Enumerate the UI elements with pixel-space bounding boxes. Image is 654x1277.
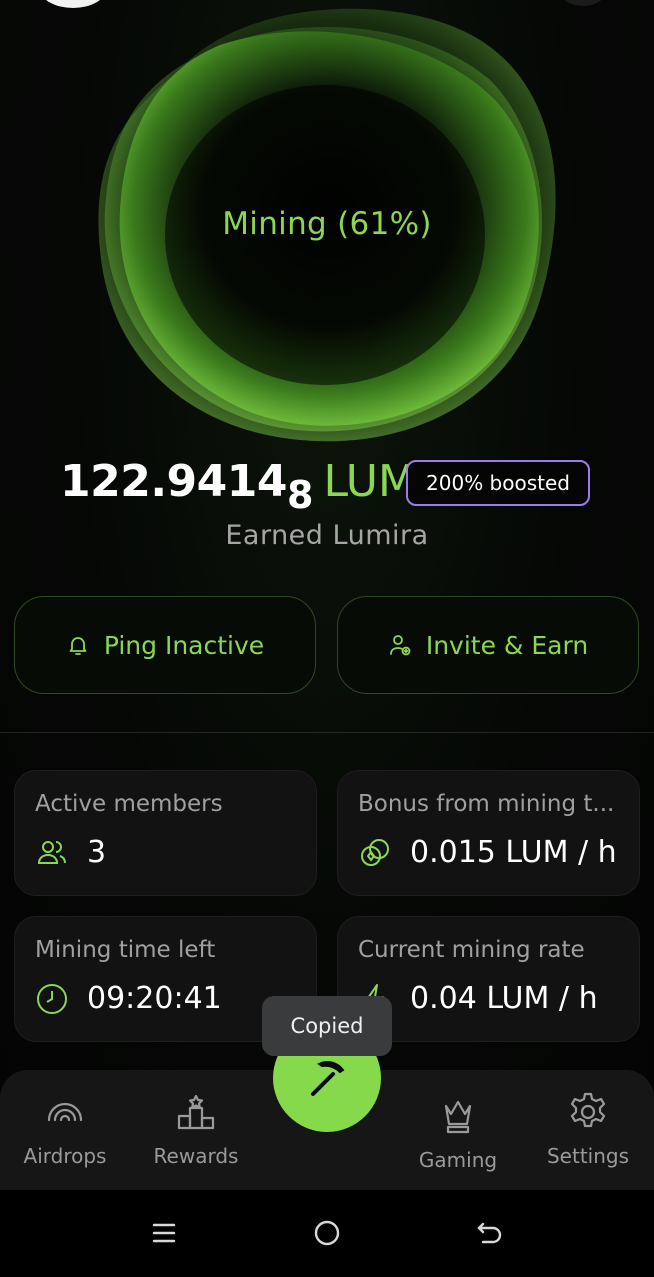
recent-apps-icon[interactable] [141, 1210, 187, 1256]
nav-rewards[interactable]: Rewards [131, 1088, 261, 1178]
invite-earn-button[interactable]: Invite & Earn [337, 596, 639, 694]
section-divider [0, 732, 654, 733]
stat-label: Active members [35, 791, 223, 817]
stat-label: Current mining rate [358, 937, 585, 963]
nav-label: Settings [546, 1144, 630, 1168]
clock-icon [35, 982, 69, 1016]
home-icon[interactable] [304, 1210, 350, 1256]
boost-badge: 200% boosted [406, 460, 590, 506]
pickaxe-icon [303, 1054, 351, 1102]
nav-label: Airdrops [23, 1144, 107, 1168]
stat-label: Bonus from mining t... [358, 791, 615, 817]
podium-icon [172, 1088, 220, 1136]
ping-inactive-button[interactable]: Ping Inactive [14, 596, 316, 694]
stat-value: 0.04 LUM / h [410, 981, 598, 1016]
balance-unit: LUM [323, 456, 416, 507]
balance-value: 122.9414 [60, 456, 288, 507]
stat-label: Mining time left [35, 937, 216, 963]
gear-icon [564, 1088, 612, 1136]
back-icon[interactable] [467, 1210, 513, 1256]
mining-status-label: Mining (61%) [222, 206, 432, 242]
copied-toast: Copied [262, 996, 392, 1056]
user-add-icon [388, 633, 412, 657]
invite-earn-label: Invite & Earn [425, 630, 589, 660]
earned-caption: Earned Lumira [225, 520, 429, 551]
nav-label: Gaming [418, 1148, 498, 1172]
balance-rolling-digit: 8 [287, 473, 314, 517]
nav-airdrops[interactable]: Airdrops [0, 1088, 130, 1178]
stat-card-active-members: Active members 3 [14, 770, 317, 896]
nav-settings[interactable]: Settings [523, 1088, 653, 1178]
stat-value: 09:20:41 [87, 981, 222, 1016]
stat-value: 0.015 LUM / h [410, 835, 617, 870]
stat-card-bonus: Bonus from mining t... 0.015 LUM / h [337, 770, 640, 896]
users-icon [35, 836, 69, 870]
bell-icon [66, 633, 90, 657]
nav-gaming[interactable]: Gaming [393, 1092, 523, 1182]
crown-icon [434, 1092, 482, 1140]
balance-display: 122.9414 8 LUM [60, 456, 416, 517]
system-navigation-bar [0, 1190, 654, 1277]
airdrop-icon [41, 1088, 89, 1136]
nav-label: Rewards [153, 1144, 239, 1168]
coins-icon [358, 836, 392, 870]
stat-value: 3 [87, 835, 107, 870]
ping-inactive-label: Ping Inactive [103, 630, 265, 660]
